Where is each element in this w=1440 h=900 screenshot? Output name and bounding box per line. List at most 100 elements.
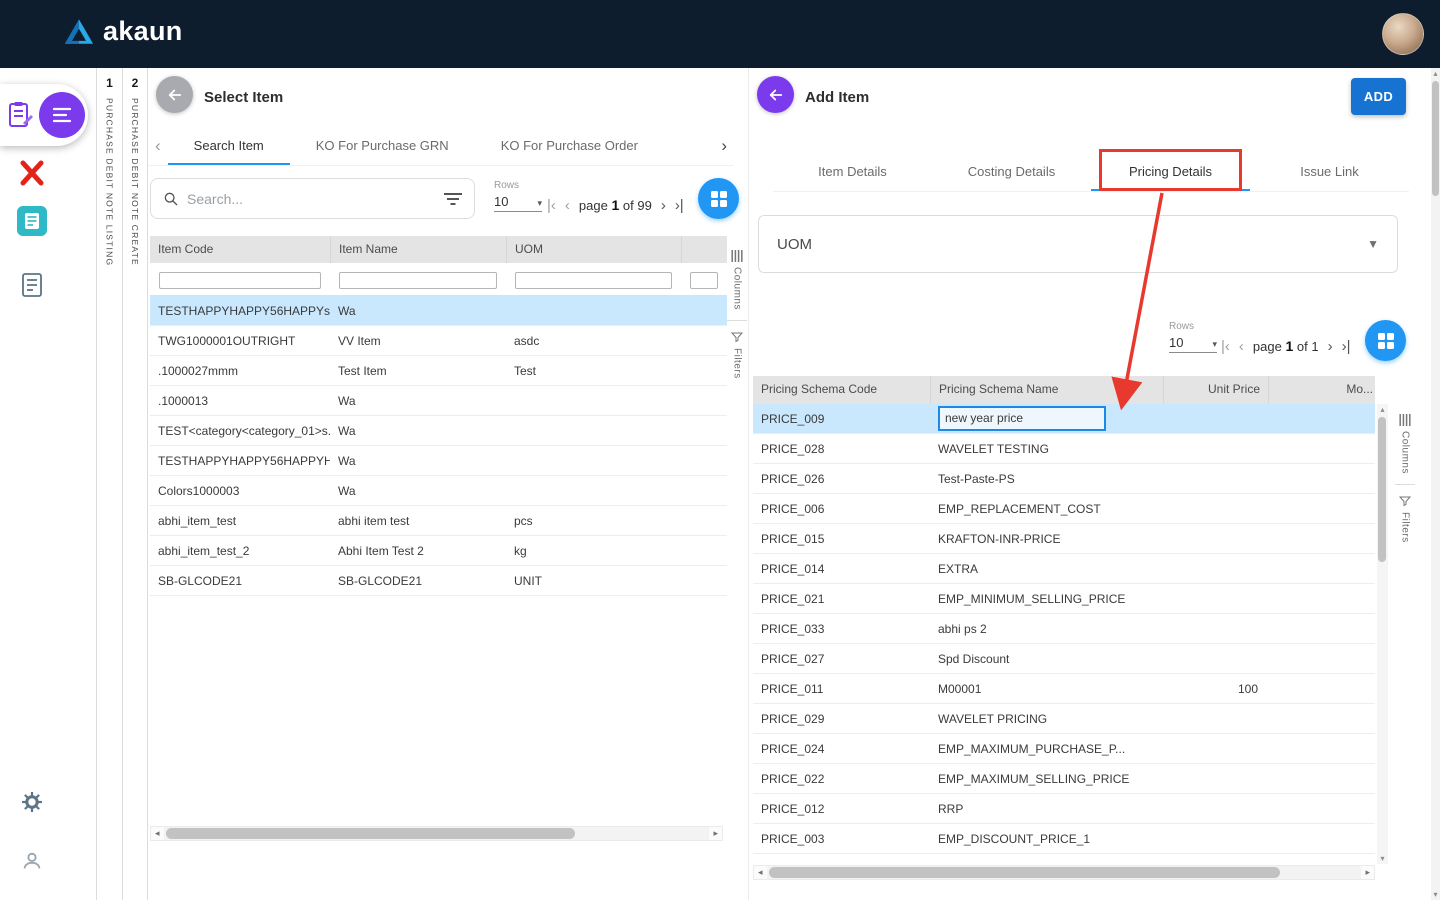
search-bar[interactable]	[150, 178, 475, 219]
add-button[interactable]: ADD	[1351, 78, 1406, 115]
item-row[interactable]: .1000013 Wa	[150, 386, 727, 416]
report-app-button[interactable]	[0, 272, 64, 298]
pricing-row[interactable]: PRICE_011 M00001 100	[753, 674, 1375, 704]
pricing-row[interactable]: PRICE_003 EMP_DISCOUNT_PRICE_1	[753, 824, 1375, 854]
unit-price-cell	[1163, 644, 1268, 673]
next-page-button[interactable]: ›	[661, 198, 666, 213]
back-button[interactable]	[156, 76, 193, 113]
rows-per-page-select[interactable]: 10▾	[1169, 335, 1217, 353]
scroll-left-icon[interactable]: ◂	[754, 867, 767, 878]
item-code-cell: Colors1000003	[150, 476, 330, 505]
pricing-row[interactable]: PRICE_029 WAVELET PRICING	[753, 704, 1375, 734]
pricing-row[interactable]: PRICE_033 abhi ps 2	[753, 614, 1375, 644]
tab-item-details[interactable]: Item Details	[773, 152, 932, 191]
page-scrollbar[interactable]: ▴ ▾	[1431, 68, 1440, 900]
item-name-filter-input[interactable]	[339, 272, 497, 289]
pricing-row[interactable]: PRICE_015 KRAFTON-INR-PRICE	[753, 524, 1375, 554]
tab-pricing-details[interactable]: Pricing Details	[1091, 152, 1250, 191]
workspace-tab-2[interactable]: 2 PURCHASE DEBIT NOTE CREATE	[122, 68, 148, 900]
last-page-button[interactable]: ›|	[1342, 339, 1351, 354]
table-vertical-scrollbar[interactable]: ▴ ▾	[1377, 404, 1388, 864]
pricing-table-body: PRICE_009 new year price PRICE_028 WAVEL…	[753, 404, 1375, 854]
scrollbar-thumb[interactable]	[769, 867, 1281, 878]
prev-page-button[interactable]: ‹	[1239, 339, 1244, 354]
scrollbar-thumb[interactable]	[1378, 417, 1386, 562]
extra-filter-input[interactable]	[690, 272, 718, 289]
item-row[interactable]: SB-GLCODE21 SB-GLCODE21 UNIT	[150, 566, 727, 596]
pricing-row[interactable]: PRICE_024 EMP_MAXIMUM_PURCHASE_P...	[753, 734, 1375, 764]
pricing-schema-name-cell: EMP_DISCOUNT_PRICE_1	[930, 824, 1163, 853]
filters-tool[interactable]: Filters	[731, 321, 743, 389]
item-row[interactable]: TEST<category<category_01>s... Wa	[150, 416, 727, 446]
scroll-up-icon[interactable]: ▴	[1433, 68, 1437, 79]
tabs-scroll-right-icon[interactable]: ›	[714, 126, 734, 165]
horizontal-scrollbar[interactable]: ◂ ▸	[150, 826, 723, 841]
unit-price-cell: 100	[1163, 674, 1268, 703]
scrollbar-thumb[interactable]	[166, 828, 575, 839]
scroll-right-icon[interactable]: ▸	[1361, 867, 1374, 878]
page-indicator: page 1 of 1	[1253, 338, 1319, 354]
uom-filter-input[interactable]	[515, 272, 672, 289]
workspace-tab-1[interactable]: 1 PURCHASE DEBIT NOTE LISTING	[96, 68, 122, 900]
columns-tool[interactable]: Columns	[1399, 404, 1411, 484]
pdf-app-button[interactable]	[0, 160, 64, 186]
scroll-down-icon[interactable]: ▾	[1433, 889, 1437, 900]
tabs-scroll-left-icon[interactable]: ‹	[148, 126, 168, 165]
pricing-row[interactable]: PRICE_028 WAVELET TESTING	[753, 434, 1375, 464]
item-row[interactable]: TWG1000001OUTRIGHT VV Item asdc	[150, 326, 727, 356]
pricing-row[interactable]: PRICE_014 EXTRA	[753, 554, 1375, 584]
first-page-button[interactable]: |‹	[547, 198, 556, 213]
pricing-row[interactable]: PRICE_006 EMP_REPLACEMENT_COST	[753, 494, 1375, 524]
profile-button[interactable]	[0, 850, 64, 872]
columns-tool[interactable]: Columns	[731, 240, 743, 320]
item-row[interactable]: abhi_item_test_2 Abhi Item Test 2 kg	[150, 536, 727, 566]
user-avatar[interactable]	[1382, 13, 1424, 55]
table-tools: Columns Filters	[726, 240, 748, 389]
scroll-up-icon[interactable]: ▴	[1380, 404, 1384, 415]
horizontal-scrollbar[interactable]: ◂ ▸	[753, 865, 1375, 880]
settings-button[interactable]	[0, 792, 64, 812]
last-page-button[interactable]: ›|	[675, 198, 684, 213]
scrollbar-thumb[interactable]	[1432, 81, 1439, 196]
item-row[interactable]: .1000027mmm Test Item Test	[150, 356, 727, 386]
rows-per-page-select[interactable]: 10▾	[494, 194, 542, 212]
prev-page-button[interactable]: ‹	[565, 198, 570, 213]
item-extra-cell	[681, 506, 727, 535]
first-page-button[interactable]: |‹	[1221, 339, 1230, 354]
tab-issue-link[interactable]: Issue Link	[1250, 152, 1409, 191]
item-row[interactable]: Colors1000003 Wa	[150, 476, 727, 506]
tab-ko-for-purchase-grn[interactable]: KO For Purchase GRN	[290, 126, 475, 165]
pricing-schema-code-cell: PRICE_015	[753, 524, 930, 553]
brand-logo[interactable]: akaun	[64, 16, 183, 47]
back-button[interactable]	[757, 76, 794, 113]
arrow-left-icon	[767, 86, 785, 104]
document-app-button[interactable]	[0, 206, 64, 236]
next-page-button[interactable]: ›	[1328, 339, 1333, 354]
pricing-row[interactable]: PRICE_022 EMP_MAXIMUM_SELLING_PRICE	[753, 764, 1375, 794]
pricing-row[interactable]: PRICE_009 new year price	[753, 404, 1375, 434]
pricing-row[interactable]: PRICE_026 Test-Paste-PS	[753, 464, 1375, 494]
scroll-left-icon[interactable]: ◂	[151, 828, 164, 839]
filter-list-icon[interactable]	[444, 192, 462, 206]
item-code-filter-input[interactable]	[159, 272, 321, 289]
search-input[interactable]	[187, 191, 436, 207]
caret-down-icon: ▾	[537, 198, 542, 209]
tab-search-item[interactable]: Search Item	[168, 126, 290, 165]
column-layout-button[interactable]	[698, 178, 739, 219]
pricing-row[interactable]: PRICE_027 Spd Discount	[753, 644, 1375, 674]
item-name-cell: SB-GLCODE21	[330, 566, 506, 595]
uom-dropdown[interactable]: UOM ▼	[758, 215, 1398, 273]
item-row[interactable]: TESTHAPPYHAPPY56HAPPYHA... Wa	[150, 446, 727, 476]
tab-ko-for-purchase-order[interactable]: KO For Purchase Order	[475, 126, 664, 165]
pricing-row[interactable]: PRICE_012 RRP	[753, 794, 1375, 824]
column-layout-button[interactable]	[1365, 320, 1406, 361]
active-app-badge[interactable]	[0, 84, 88, 146]
pricing-row[interactable]: PRICE_021 EMP_MINIMUM_SELLING_PRICE	[753, 584, 1375, 614]
filters-tool[interactable]: Filters	[1399, 485, 1411, 553]
scroll-down-icon[interactable]: ▾	[1380, 853, 1384, 864]
app-menu-button[interactable]	[39, 92, 85, 138]
tab-costing-details[interactable]: Costing Details	[932, 152, 1091, 191]
item-row[interactable]: abhi_item_test abhi item test pcs	[150, 506, 727, 536]
item-row[interactable]: TESTHAPPYHAPPY56HAPPYsdfj... Wa	[150, 296, 727, 326]
scroll-right-icon[interactable]: ▸	[709, 828, 722, 839]
